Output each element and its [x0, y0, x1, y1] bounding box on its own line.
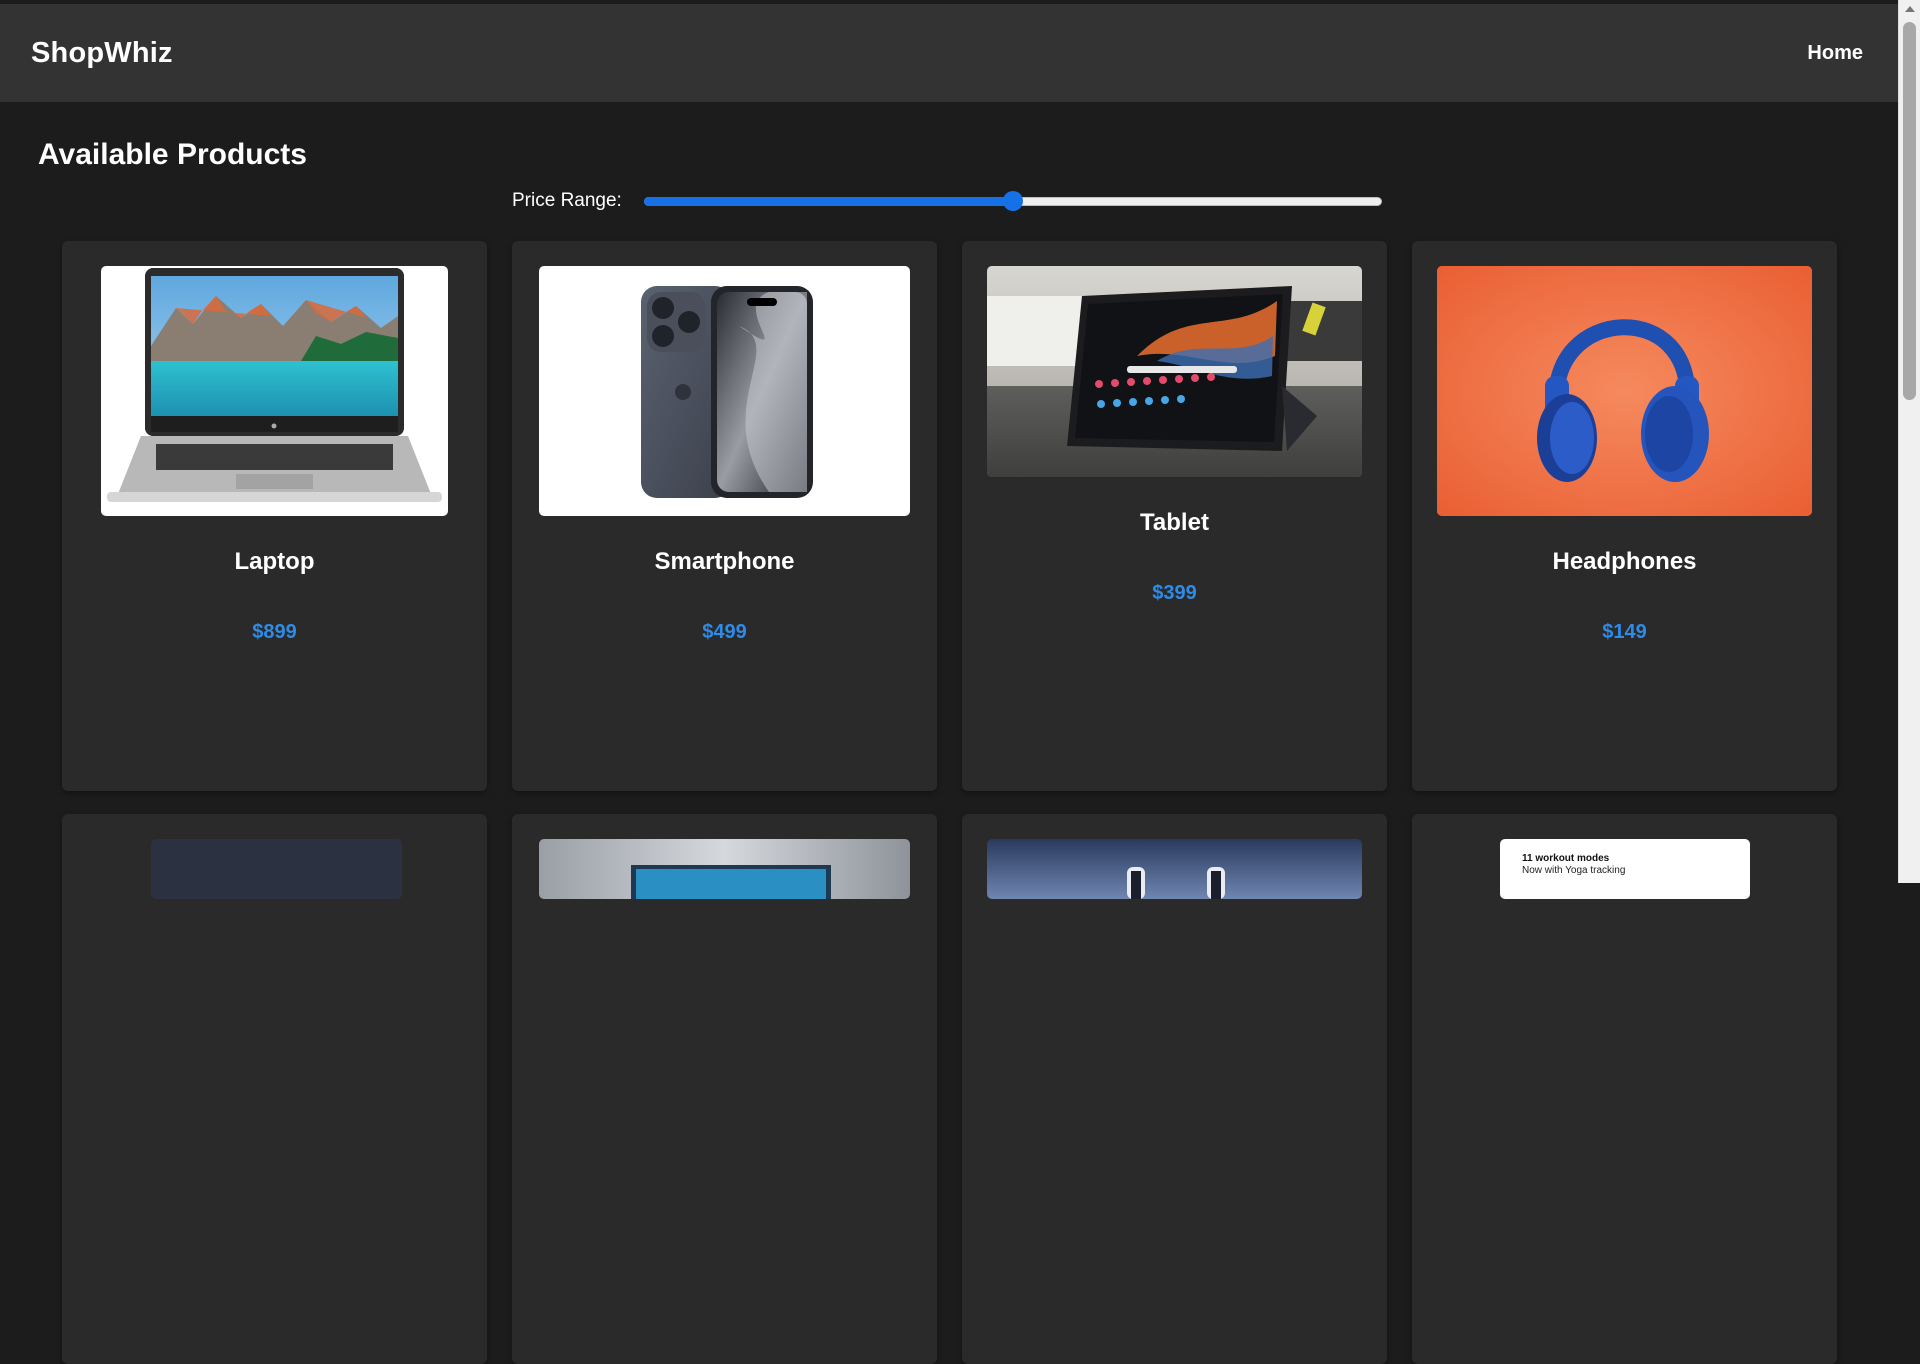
product-card-laptop[interactable]: Laptop $899	[62, 241, 487, 791]
product-image[interactable]	[151, 839, 402, 899]
product-name: Tablet	[1140, 509, 1209, 536]
vertical-scrollbar[interactable]	[1898, 0, 1920, 883]
scroll-up-arrow-icon[interactable]	[1905, 6, 1915, 12]
product-price: $149	[1602, 621, 1647, 643]
product-name: Laptop	[234, 548, 315, 575]
product-name: Headphones	[1552, 548, 1697, 575]
product-image[interactable]: 11 workout modes Now with Yoga tracking	[1500, 839, 1750, 899]
price-range-label: Price Range:	[512, 190, 622, 211]
top-navbar: ShopWhiz Home	[0, 4, 1898, 102]
product-card-smartphone[interactable]: Smartphone $499	[512, 241, 937, 791]
tablet-image[interactable]	[987, 266, 1362, 477]
product-card-headphones[interactable]: Headphones $149	[1412, 241, 1837, 791]
headphones-image[interactable]	[1437, 266, 1812, 516]
laptop-image[interactable]	[101, 266, 448, 516]
nav-home-link[interactable]: Home	[1807, 42, 1863, 65]
product-price: $899	[252, 621, 297, 643]
smartphone-image[interactable]	[539, 266, 910, 516]
promo-subtext: Now with Yoga tracking	[1522, 865, 1626, 876]
product-card-partial[interactable]	[512, 814, 937, 1364]
main-content: Available Products Price Range: Laptop $…	[0, 102, 1898, 1364]
product-card-tablet[interactable]: Tablet $399	[962, 241, 1387, 791]
price-range-slider[interactable]	[643, 190, 1382, 212]
product-card-partial[interactable]	[62, 814, 487, 1364]
promo-text: 11 workout modes	[1522, 853, 1610, 864]
product-name: Smartphone	[654, 548, 795, 575]
product-price: $499	[702, 621, 747, 643]
slider-fill	[643, 197, 1013, 206]
slider-thumb[interactable]	[1002, 191, 1023, 211]
product-card-partial[interactable]: 11 workout modes Now with Yoga tracking	[1412, 814, 1837, 1364]
price-range-filter: Price Range:	[512, 190, 1382, 212]
page-title: Available Products	[38, 138, 307, 171]
product-card-partial[interactable]	[962, 814, 1387, 1364]
product-price: $399	[1152, 582, 1197, 604]
scroll-thumb[interactable]	[1903, 22, 1916, 400]
brand-logo[interactable]: ShopWhiz	[31, 37, 173, 70]
product-image[interactable]	[987, 839, 1362, 899]
product-image[interactable]	[539, 839, 910, 899]
